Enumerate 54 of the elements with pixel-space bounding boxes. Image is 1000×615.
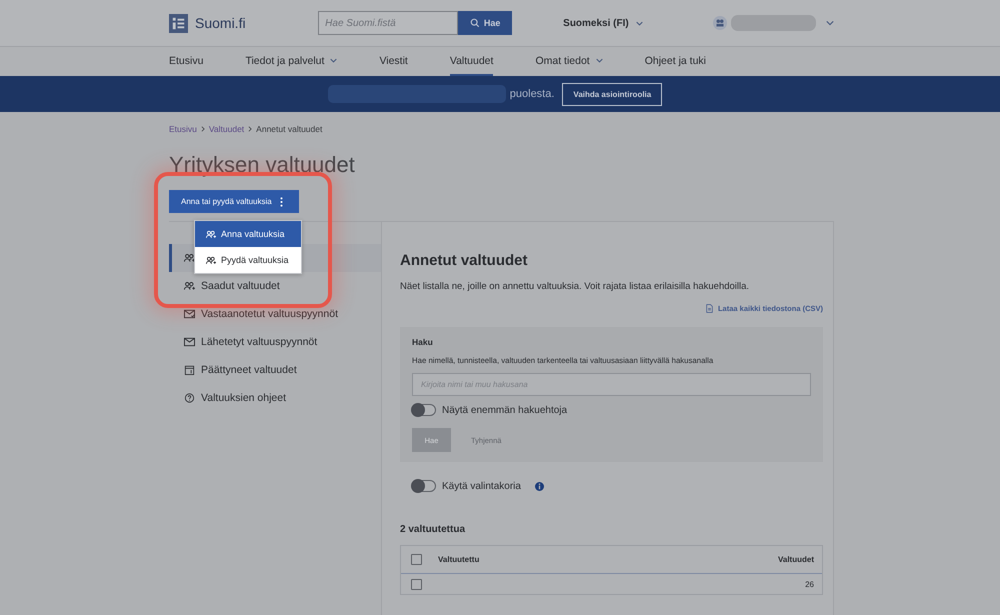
search-panel-title: Haku (412, 337, 434, 347)
sidebar-item[interactable]: Valtuuksien ohjeet (169, 384, 381, 412)
more-icon (280, 196, 283, 206)
nav-tab[interactable]: Omat tiedot (535, 47, 603, 76)
search-button[interactable]: Hae (458, 11, 512, 35)
chevron-down-icon (636, 20, 643, 26)
toggle-label: Näytä enemmän hakuehtoja (442, 404, 568, 416)
section-description: Näet listalla ne, joille on annettu valtuuksia. Voit rajata listaa erilaisilla hakuehdoilla. (400, 281, 750, 292)
search-field[interactable]: Hae Suomi.fistä (318, 11, 458, 35)
result-count: 2 valtuutettua (400, 524, 466, 535)
logo-icon (169, 14, 188, 32)
people-icon (184, 253, 195, 263)
breadcrumb-link[interactable]: Etusivu (169, 124, 197, 134)
chevron-right-icon (248, 126, 252, 132)
calendar-icon (184, 365, 195, 375)
people-icon (184, 281, 195, 291)
give-or-request-button[interactable]: Anna tai pyydä valtuuksia (169, 190, 299, 213)
sidebar-item[interactable]: Saadut valtuudet (169, 272, 381, 300)
column-header: Valtuutettu (438, 555, 480, 564)
page-title: Yrityksen valtuudet (169, 152, 356, 178)
sidebar-item[interactable]: Lähetetyt valtuuspyynnöt (169, 328, 381, 356)
toggle-switch[interactable] (412, 480, 436, 492)
nav-tab[interactable]: Viestit (379, 47, 408, 76)
people-icon (206, 256, 216, 264)
user-icon (713, 16, 727, 30)
table-cell: 26 (805, 580, 814, 588)
sidebar-item[interactable]: Vastaanotetut valtuuspyynnöt (169, 300, 381, 328)
nav-tab[interactable]: Etusivu (169, 47, 204, 76)
sidebar-item[interactable]: Päättyneet valtuudet (169, 356, 381, 384)
nav-tab[interactable]: Tiedot ja palvelut (245, 47, 338, 76)
toggle-switch[interactable] (412, 404, 436, 416)
nav-tab[interactable]: Ohjeet ja tuki (644, 47, 706, 76)
envelope-icon (184, 337, 195, 347)
banner-text: puolesta. (510, 88, 554, 100)
dropdown-item[interactable]: Anna valtuuksia (195, 221, 301, 247)
logo-text[interactable]: Suomi.fi (195, 15, 246, 31)
document-icon (706, 304, 713, 313)
toggle-label: Käytä valintakoria (442, 480, 521, 492)
select-all-checkbox[interactable] (411, 554, 422, 565)
breadcrumb-link[interactable]: Valtuudet (208, 124, 244, 134)
chevron-down-icon[interactable] (826, 20, 834, 26)
envelope-check-icon (184, 309, 195, 319)
change-role-button[interactable]: Vaihda asiointiroolia (562, 82, 662, 106)
people-icon (206, 230, 216, 238)
language-menu[interactable]: Suomeksi (FI) (563, 18, 703, 28)
row-checkbox[interactable] (411, 578, 422, 590)
info-icon[interactable] (534, 482, 544, 490)
search-icon (470, 18, 480, 28)
column-header: Valtuudet (778, 555, 814, 564)
help-icon (184, 393, 195, 403)
breadcrumb-current[interactable]: Annetut valtuudet (256, 124, 322, 134)
section-heading: Annetut valtuudet (400, 252, 528, 269)
chevron-right-icon (200, 126, 205, 132)
dropdown-item[interactable]: Pyydä valtuuksia (195, 247, 301, 273)
